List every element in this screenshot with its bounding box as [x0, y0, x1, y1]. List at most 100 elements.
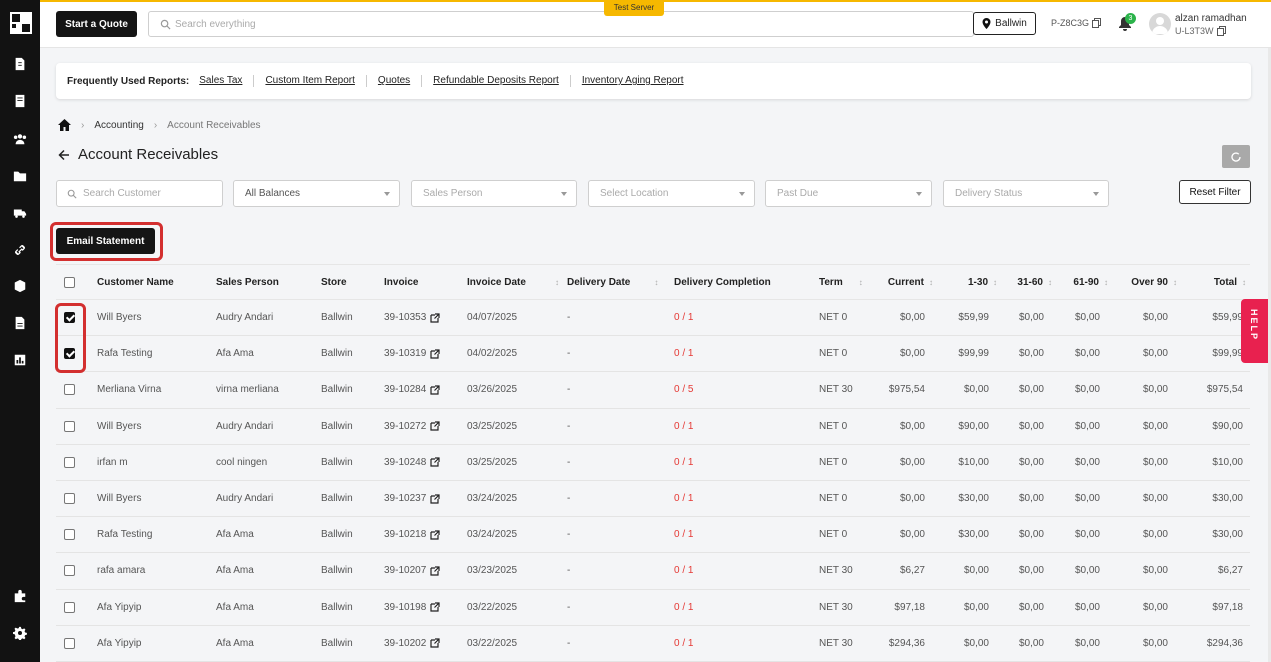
table-row[interactable]: Afa Yipyip Afa Ama Ballwin 39-10202 03/22/20…	[56, 626, 1250, 662]
reports-chart-icon[interactable]	[12, 352, 28, 368]
sort-icon[interactable]: ↕	[555, 278, 559, 287]
customer-name[interactable]: Merliana Virna	[97, 372, 161, 407]
col-current[interactable]: Current ↕	[876, 265, 933, 299]
table-row[interactable]: rafa amara Afa Ama Ballwin 39-10207 03/23/20…	[56, 553, 1250, 590]
invoice-link[interactable]: 39-10272	[384, 409, 440, 444]
document-icon[interactable]	[12, 315, 28, 331]
breadcrumb-accounting[interactable]: Accounting	[94, 120, 143, 131]
truck-icon[interactable]	[12, 205, 28, 221]
location-select[interactable]: Select Location	[588, 180, 755, 207]
table-row[interactable]: irfan m cool ningen Ballwin 39-10248 03/25/2…	[56, 445, 1250, 481]
invoice-link[interactable]: 39-10237	[384, 481, 440, 516]
puzzle-icon[interactable]	[12, 588, 28, 604]
row-checkbox[interactable]	[64, 565, 75, 577]
delivery-status-select[interactable]: Delivery Status	[943, 180, 1109, 207]
start-quote-button[interactable]: Start a Quote	[56, 11, 137, 37]
col-customer-name[interactable]: Customer Name	[97, 265, 174, 299]
external-link-icon[interactable]	[430, 349, 440, 359]
row-checkbox[interactable]	[64, 420, 75, 432]
invoice-link[interactable]: 39-10248	[384, 445, 440, 480]
table-row[interactable]: Rafa Testing Afa Ama Ballwin 39-10218 03/24/…	[56, 517, 1250, 554]
report-link-refundable-deposits[interactable]: Refundable Deposits Report	[421, 75, 570, 87]
external-link-icon[interactable]	[430, 457, 440, 467]
row-checkbox[interactable]	[64, 529, 75, 541]
col-31-60[interactable]: 31-60 ↕	[1000, 265, 1052, 299]
email-statement-button[interactable]: Email Statement	[56, 228, 155, 254]
external-link-icon[interactable]	[430, 421, 440, 431]
past-due-select[interactable]: Past Due	[765, 180, 932, 207]
back-arrow-icon[interactable]	[58, 149, 70, 161]
sort-icon[interactable]: ↕	[859, 278, 863, 287]
external-link-icon[interactable]	[430, 530, 440, 540]
sort-icon[interactable]: ↕	[1104, 278, 1108, 287]
row-checkbox[interactable]	[64, 456, 75, 468]
row-checkbox[interactable]	[64, 493, 75, 505]
col-1-30[interactable]: 1-30 ↕	[942, 265, 997, 299]
customer-name[interactable]: Rafa Testing	[97, 336, 152, 371]
app-logo[interactable]	[10, 12, 32, 34]
row-checkbox[interactable]	[64, 601, 75, 613]
customer-name[interactable]: Afa Yipyip	[97, 590, 141, 625]
copy-icon[interactable]	[1216, 26, 1226, 36]
sort-icon[interactable]: ↕	[1173, 278, 1177, 287]
col-61-90[interactable]: 61-90 ↕	[1056, 265, 1108, 299]
report-link-sales-tax[interactable]: Sales Tax	[199, 75, 253, 87]
col-sales-person[interactable]: Sales Person	[216, 265, 279, 299]
global-search[interactable]	[148, 11, 974, 37]
user-avatar[interactable]	[1149, 13, 1171, 35]
customer-name[interactable]: Will Byers	[97, 300, 141, 335]
folder-icon[interactable]	[12, 168, 28, 184]
invoice-link[interactable]: 39-10218	[384, 517, 440, 552]
invoice-icon[interactable]	[12, 56, 28, 72]
external-link-icon[interactable]	[430, 566, 440, 576]
customer-name[interactable]: rafa amara	[97, 553, 145, 588]
row-checkbox[interactable]	[64, 384, 75, 396]
col-delivery-completion[interactable]: Delivery Completion	[674, 265, 771, 299]
settings-gear-icon[interactable]	[12, 625, 28, 641]
customer-name[interactable]: irfan m	[97, 445, 128, 480]
col-store[interactable]: Store	[321, 265, 347, 299]
report-link-quotes[interactable]: Quotes	[365, 75, 421, 87]
customers-icon[interactable]	[12, 131, 28, 147]
col-over-90[interactable]: Over 90 ↕	[1116, 265, 1177, 299]
link-icon[interactable]	[12, 242, 28, 258]
col-term[interactable]: Term ↕	[819, 265, 863, 299]
refresh-button[interactable]	[1222, 145, 1250, 168]
invoice-link[interactable]: 39-10198	[384, 590, 440, 625]
balances-select[interactable]: All Balances	[233, 180, 400, 207]
table-row[interactable]: Will Byers Audry Andari Ballwin 39-10353 04/…	[56, 300, 1250, 337]
help-tab[interactable]: HELP	[1241, 299, 1268, 363]
customer-name[interactable]: Rafa Testing	[97, 517, 152, 552]
select-all-checkbox[interactable]	[64, 276, 75, 288]
col-invoice[interactable]: Invoice	[384, 265, 418, 299]
table-row[interactable]: Rafa Testing Afa Ama Ballwin 39-10319 04/02/…	[56, 336, 1250, 373]
external-link-icon[interactable]	[430, 312, 440, 323]
home-icon[interactable]	[58, 119, 71, 131]
customer-name[interactable]: Afa Yipyip	[97, 626, 141, 661]
box-icon[interactable]	[12, 278, 28, 294]
external-link-icon[interactable]	[430, 493, 440, 504]
row-checkbox[interactable]	[64, 637, 75, 649]
external-link-icon[interactable]	[430, 385, 440, 395]
sort-icon[interactable]: ↕	[929, 278, 933, 287]
search-customer-field[interactable]: Search Customer	[56, 180, 223, 207]
table-row[interactable]: Will Byers Audry Andari Ballwin 39-10237 03/…	[56, 481, 1250, 518]
report-link-custom-item[interactable]: Custom Item Report	[253, 75, 365, 87]
invoice-link[interactable]: 39-10207	[384, 553, 440, 588]
sales-person-select[interactable]: Sales Person	[411, 180, 577, 207]
external-link-icon[interactable]	[430, 602, 440, 612]
col-total[interactable]: Total ↕	[1186, 265, 1246, 299]
customer-name[interactable]: Will Byers	[97, 481, 141, 516]
invoice-link[interactable]: 39-10202	[384, 626, 440, 661]
invoice-link[interactable]: 39-10353	[384, 300, 440, 335]
sort-icon[interactable]: ↕	[1242, 278, 1246, 287]
invoice-link[interactable]: 39-10284	[384, 372, 440, 407]
ledger-icon[interactable]	[12, 93, 28, 109]
sort-icon[interactable]: ↕	[654, 278, 658, 287]
invoice-link[interactable]: 39-10319	[384, 336, 440, 371]
col-delivery-date[interactable]: Delivery Date ↕	[567, 265, 658, 299]
sort-icon[interactable]: ↕	[993, 278, 997, 287]
table-row[interactable]: Merliana Virna virna merliana Ballwin 39-10…	[56, 372, 1250, 409]
table-row[interactable]: Afa Yipyip Afa Ama Ballwin 39-10198 03/22/20…	[56, 590, 1250, 626]
sort-icon[interactable]: ↕	[1048, 278, 1052, 287]
